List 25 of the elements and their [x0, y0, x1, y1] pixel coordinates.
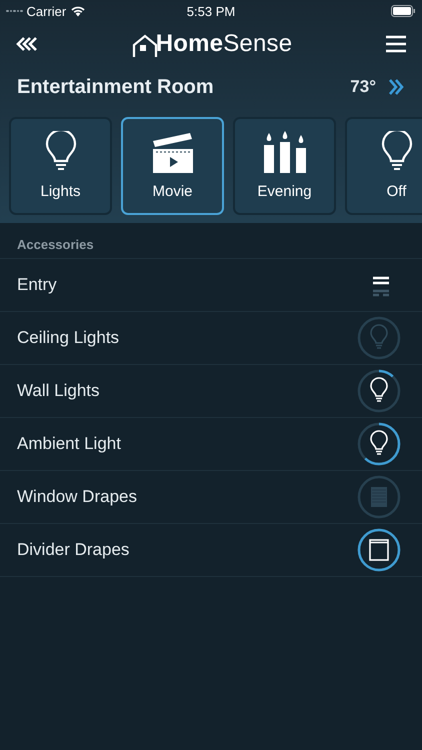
house-icon [132, 34, 158, 58]
scene-button[interactable]: Evening [233, 117, 336, 215]
accessory-row[interactable]: Ambient Light [0, 418, 422, 471]
accessory-row[interactable]: Ceiling Lights [0, 312, 422, 365]
scene-button[interactable]: Lights [9, 117, 112, 215]
clock-time: 5:53 PM [186, 4, 236, 18]
app-logo: HomeSense [156, 30, 292, 58]
room-title: Entertainment Room [17, 76, 215, 98]
accessory-toggle[interactable] [356, 474, 402, 520]
section-heading: Accessories [0, 225, 422, 259]
scene-button[interactable]: Movie [121, 117, 224, 215]
accessory-row[interactable]: Divider Drapes [0, 524, 422, 577]
signal-icon [6, 10, 22, 12]
temperature: 73° [350, 77, 376, 97]
carrier-name: Carrier [26, 4, 66, 18]
accessory-toggle[interactable] [356, 315, 402, 361]
accessory-row[interactable]: Wall Lights [0, 365, 422, 418]
lightbulb-icon [380, 131, 414, 173]
scene-button[interactable]: Off [345, 117, 422, 215]
clapperboard-icon [152, 131, 194, 173]
accessory-row[interactable]: Window Drapes [0, 471, 422, 524]
battery-icon [391, 5, 416, 17]
wifi-icon [70, 5, 86, 17]
lightbulb-icon [44, 131, 78, 173]
accessory-row[interactable]: Entry [0, 259, 422, 312]
